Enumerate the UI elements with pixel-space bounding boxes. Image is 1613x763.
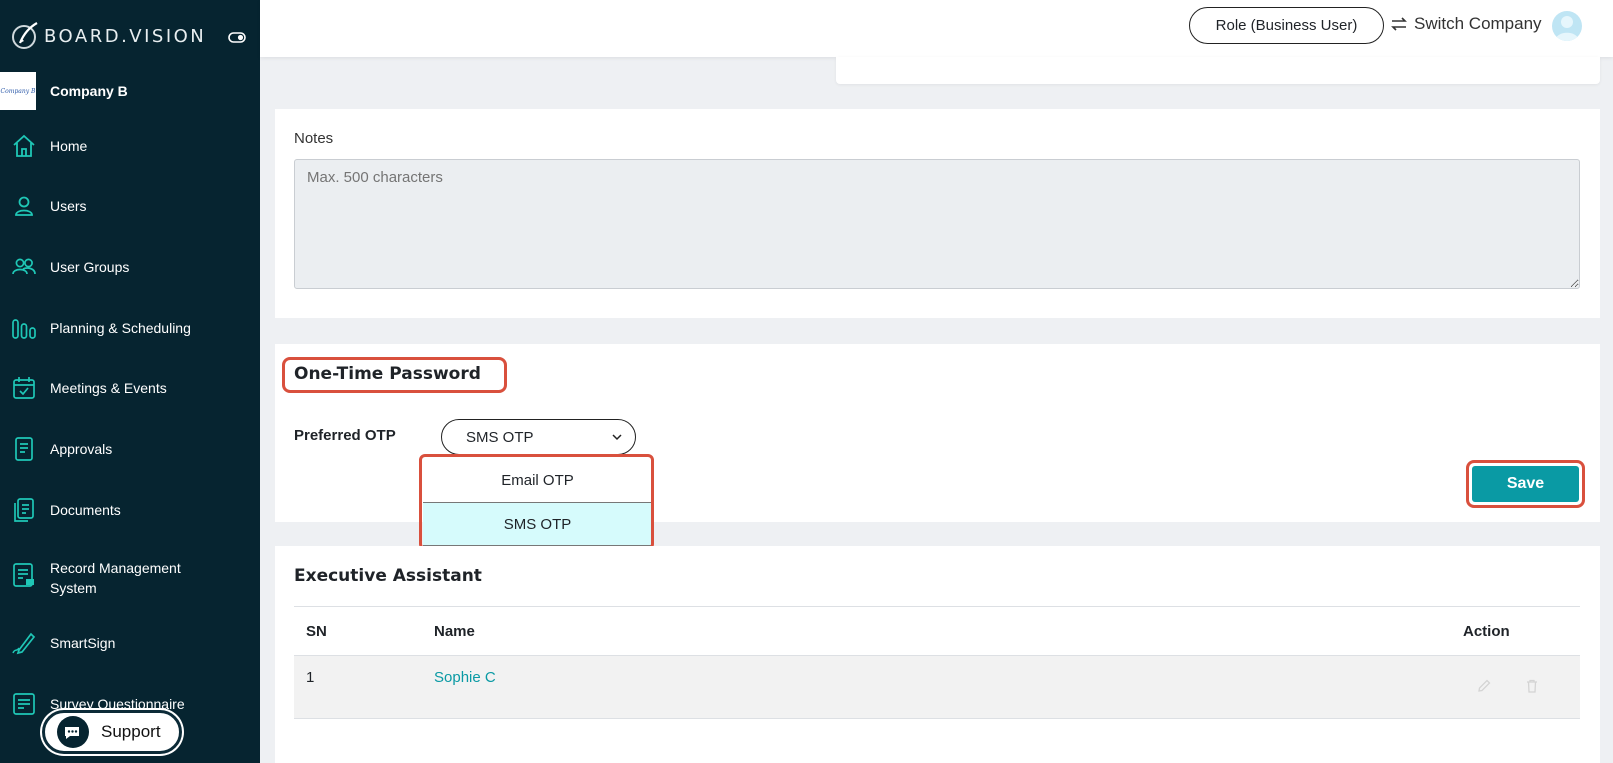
sidebar-item-home[interactable]: Home bbox=[0, 133, 260, 159]
sidebar-item-label: Approvals bbox=[50, 441, 113, 457]
notes-label: Notes bbox=[294, 130, 334, 147]
sidebar-item-smartsign[interactable]: SmartSign bbox=[0, 630, 260, 656]
documents-icon bbox=[14, 498, 34, 522]
bar-chart-icon bbox=[12, 319, 36, 339]
chevron-down-icon bbox=[612, 434, 622, 441]
switch-company-button[interactable]: Switch Company bbox=[1390, 14, 1542, 34]
edit-icon[interactable] bbox=[1476, 678, 1492, 694]
table-header: SN Name Action bbox=[294, 606, 1580, 655]
role-button[interactable]: Role (Business User) bbox=[1189, 7, 1384, 44]
sidebar-item-label: SmartSign bbox=[50, 635, 116, 651]
brand-logo[interactable]: BOARD.VISION bbox=[10, 20, 206, 52]
sidebar-item-label: Planning & Scheduling bbox=[50, 320, 191, 336]
company-name: Company B bbox=[50, 83, 128, 99]
calendar-check-icon bbox=[13, 377, 35, 399]
survey-icon bbox=[13, 693, 35, 715]
company-switcher[interactable]: Company B Company B bbox=[0, 71, 128, 111]
pen-icon bbox=[12, 632, 36, 655]
support-label: Support bbox=[101, 722, 161, 741]
save-button[interactable]: Save bbox=[1472, 466, 1579, 502]
column-header-name: Name bbox=[434, 623, 475, 640]
sidebar-item-approvals[interactable]: Approvals bbox=[0, 436, 260, 462]
user-group-icon bbox=[12, 258, 36, 275]
sidebar-item-users[interactable]: Users bbox=[0, 193, 260, 219]
preferred-otp-value: SMS OTP bbox=[466, 428, 534, 446]
sidebar-item-label: User Groups bbox=[50, 259, 130, 275]
support-button[interactable]: Support bbox=[42, 710, 182, 754]
column-header-sn: SN bbox=[306, 623, 327, 640]
avatar[interactable] bbox=[1552, 11, 1582, 41]
sidebar-item-user-groups[interactable]: User Groups bbox=[0, 254, 260, 280]
row-sn: 1 bbox=[306, 669, 315, 686]
sidebar-item-label: Record Management System bbox=[50, 560, 181, 596]
executive-assistant-title: Executive Assistant bbox=[294, 566, 482, 586]
notes-textarea[interactable] bbox=[294, 159, 1580, 289]
row-name-link[interactable]: Sophie C bbox=[434, 669, 496, 686]
sidebar-item-label: Documents bbox=[50, 502, 121, 518]
sidebar-item-record-management[interactable]: Record Management System bbox=[0, 558, 260, 598]
home-icon bbox=[13, 134, 35, 157]
sidebar: BOARD.VISION Company B Company B Home Us… bbox=[0, 0, 260, 763]
user-avatar-icon bbox=[1555, 16, 1579, 41]
company-logo: Company B bbox=[0, 72, 36, 110]
sidebar-item-label: Home bbox=[50, 138, 88, 154]
previous-section-card bbox=[836, 57, 1600, 84]
chat-support-icon bbox=[57, 716, 89, 748]
table-row: 1 Sophie C bbox=[294, 655, 1580, 719]
sidebar-item-label: Meetings & Events bbox=[50, 380, 167, 396]
sidebar-item-planning-scheduling[interactable]: Planning & Scheduling bbox=[0, 315, 260, 341]
sidebar-toggle-icon[interactable] bbox=[228, 28, 246, 46]
board-vision-logo-icon bbox=[12, 22, 38, 49]
preferred-otp-label: Preferred OTP bbox=[294, 427, 396, 444]
otp-dropdown-highlight bbox=[419, 454, 654, 550]
record-icon bbox=[13, 563, 34, 587]
sidebar-item-meetings-events[interactable]: Meetings & Events bbox=[0, 375, 260, 401]
top-bar: Role (Business User) Switch Company bbox=[260, 0, 1613, 57]
switch-arrows-icon bbox=[1391, 17, 1407, 31]
otp-section-title: One-Time Password bbox=[294, 364, 481, 384]
brand-name: BOARD.VISION bbox=[44, 25, 207, 47]
switch-company-label: Switch Company bbox=[1414, 14, 1542, 33]
sidebar-item-label: Users bbox=[50, 198, 87, 214]
column-header-action: Action bbox=[1463, 623, 1510, 640]
preferred-otp-select[interactable]: SMS OTP bbox=[441, 419, 636, 455]
sidebar-item-documents[interactable]: Documents bbox=[0, 497, 260, 523]
document-list-icon bbox=[15, 437, 33, 461]
delete-icon[interactable] bbox=[1524, 678, 1540, 694]
user-icon bbox=[15, 196, 33, 216]
